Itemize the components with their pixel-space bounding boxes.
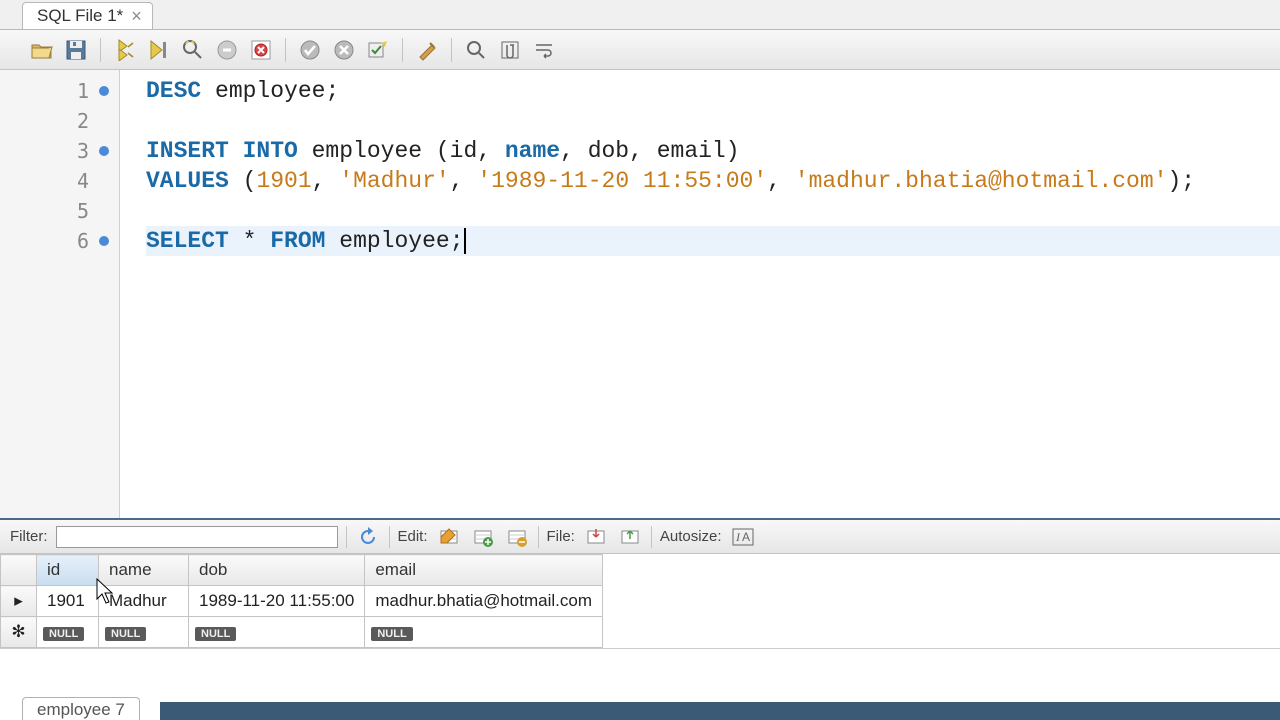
beautify-icon[interactable]: [413, 36, 441, 64]
explain-icon[interactable]: [179, 36, 207, 64]
line-number: 6: [0, 226, 119, 256]
close-icon[interactable]: ×: [131, 7, 142, 25]
table-row[interactable]: ▸1901Madhur1989-11-20 11:55:00madhur.bha…: [1, 586, 603, 617]
execute-current-icon[interactable]: [145, 36, 173, 64]
autosize-icon[interactable]: IA: [730, 524, 756, 550]
result-tab[interactable]: employee 7: [22, 697, 140, 720]
tab-bar: SQL File 1* ×: [0, 0, 1280, 30]
cell[interactable]: 1989-11-20 11:55:00: [189, 586, 365, 617]
code-line[interactable]: SELECT * FROM employee;: [146, 226, 1280, 256]
column-header[interactable]: name: [99, 555, 189, 586]
column-header[interactable]: id: [37, 555, 99, 586]
row-marker: ✻: [1, 617, 37, 648]
code-line[interactable]: INSERT INTO employee (id, name, dob, ema…: [146, 136, 1280, 166]
row-marker: ▸: [1, 586, 37, 617]
save-icon[interactable]: [62, 36, 90, 64]
cell[interactable]: madhur.bhatia@hotmail.com: [365, 586, 603, 617]
cell[interactable]: NULL: [189, 617, 365, 648]
editor-toolbar: [0, 30, 1280, 70]
line-number: 2: [0, 106, 119, 136]
header-row: idnamedobemail: [1, 555, 603, 586]
tab-title: SQL File 1*: [37, 6, 123, 26]
line-number: 4: [0, 166, 119, 196]
autosize-label: Autosize:: [660, 528, 722, 545]
code-line[interactable]: [146, 196, 1280, 226]
cell[interactable]: NULL: [365, 617, 603, 648]
cell[interactable]: Madhur: [99, 586, 189, 617]
open-icon[interactable]: [28, 36, 56, 64]
execute-icon[interactable]: [111, 36, 139, 64]
add-row-icon[interactable]: [470, 524, 496, 550]
table-row[interactable]: ✻NULLNULLNULLNULL: [1, 617, 603, 648]
export-icon[interactable]: [583, 524, 609, 550]
import-icon[interactable]: [617, 524, 643, 550]
code-line[interactable]: VALUES (1901, 'Madhur', '1989-11-20 11:5…: [146, 166, 1280, 196]
column-header[interactable]: email: [365, 555, 603, 586]
line-number: 1: [0, 76, 119, 106]
commit-icon[interactable]: [296, 36, 324, 64]
line-number: 5: [0, 196, 119, 226]
svg-text:I: I: [735, 530, 741, 544]
row-header-corner: [1, 555, 37, 586]
edit-row-icon[interactable]: [436, 524, 462, 550]
file-tab[interactable]: SQL File 1* ×: [22, 2, 153, 29]
svg-text:A: A: [742, 530, 750, 544]
code-area[interactable]: DESC employee; INSERT INTO employee (id, …: [120, 70, 1280, 518]
results-toolbar: Filter: Edit: File: Autosize: IA: [0, 520, 1280, 554]
filter-input[interactable]: [56, 526, 338, 548]
wrap-icon[interactable]: [530, 36, 558, 64]
delete-row-icon[interactable]: [504, 524, 530, 550]
rollback-icon[interactable]: [330, 36, 358, 64]
line-gutter: 123456: [0, 70, 120, 518]
cell[interactable]: NULL: [37, 617, 99, 648]
cell[interactable]: 1901: [37, 586, 99, 617]
refresh-icon[interactable]: [355, 524, 381, 550]
cell[interactable]: NULL: [99, 617, 189, 648]
autocommit-icon[interactable]: [364, 36, 392, 64]
line-number: 3: [0, 136, 119, 166]
code-line[interactable]: DESC employee;: [146, 76, 1280, 106]
edit-label: Edit:: [398, 528, 428, 545]
sql-editor: 123456 DESC employee; INSERT INTO employe…: [0, 70, 1280, 520]
footer-strip: [160, 702, 1280, 720]
code-line[interactable]: [146, 106, 1280, 136]
result-table[interactable]: idnamedobemail ▸1901Madhur1989-11-20 11:…: [0, 554, 603, 648]
show-invisible-icon[interactable]: [496, 36, 524, 64]
stop-query-icon[interactable]: [247, 36, 275, 64]
stop-icon[interactable]: [213, 36, 241, 64]
file-label: File:: [547, 528, 575, 545]
result-grid: idnamedobemail ▸1901Madhur1989-11-20 11:…: [0, 554, 1280, 649]
column-header[interactable]: dob: [189, 555, 365, 586]
zoom-icon[interactable]: [462, 36, 490, 64]
filter-label: Filter:: [10, 528, 48, 545]
